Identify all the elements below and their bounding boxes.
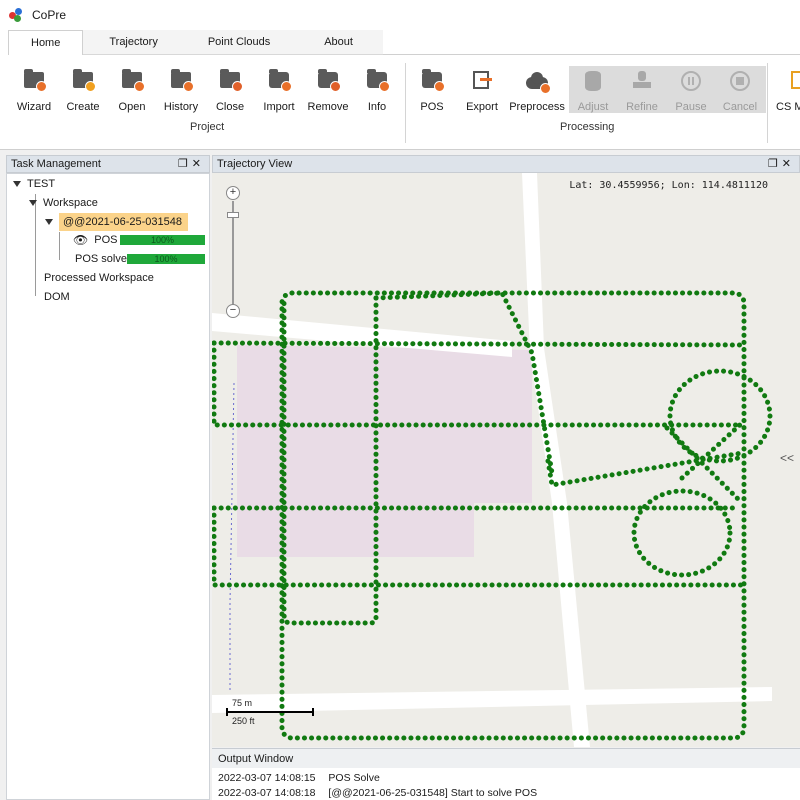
pos-button[interactable]: POS bbox=[407, 65, 457, 115]
output-window-header: Output Window bbox=[212, 748, 800, 768]
close-panel-icon[interactable]: ✕ bbox=[782, 158, 795, 170]
zoom-out-button[interactable]: − bbox=[226, 304, 240, 318]
pause-button[interactable]: Pause bbox=[666, 65, 716, 115]
export-button[interactable]: Export bbox=[457, 65, 507, 115]
open-button[interactable]: Open bbox=[107, 65, 157, 115]
tree-node-workspace[interactable]: Workspace bbox=[29, 194, 98, 212]
trajectory-map[interactable]: Lat: 30.4559956; Lon: 114.4811120 + − <<… bbox=[212, 173, 800, 747]
history-folder-icon bbox=[170, 69, 194, 93]
wizard-button[interactable]: Wizard bbox=[9, 65, 59, 115]
map-scale-bar: 75 m 250 ft bbox=[226, 698, 316, 726]
tab-about[interactable]: About bbox=[294, 30, 383, 55]
tree-node-pos-solve[interactable]: POS solve bbox=[75, 250, 127, 268]
title-bar: CoPre bbox=[0, 0, 800, 30]
float-panel-icon[interactable]: ❐ bbox=[178, 158, 192, 170]
output-log[interactable]: 2022-03-07 14:08:15 POS Solve 2022-03-07… bbox=[212, 768, 800, 800]
tree-node-root[interactable]: TEST bbox=[13, 175, 55, 193]
ribbon-toolbar: Wizard Create Open History Close Import … bbox=[0, 55, 800, 150]
import-button[interactable]: Import bbox=[254, 65, 304, 115]
tree-node-project[interactable]: @@2021-06-25-031548 bbox=[45, 213, 188, 231]
eye-visibility-icon[interactable]: 👁 bbox=[73, 233, 88, 247]
app-title: CoPre bbox=[32, 8, 67, 22]
tab-point-clouds[interactable]: Point Clouds bbox=[183, 30, 295, 55]
remove-button[interactable]: Remove bbox=[303, 65, 353, 115]
footpath bbox=[229, 382, 235, 693]
app-logo-icon bbox=[8, 7, 24, 23]
import-box-icon bbox=[268, 69, 292, 93]
trajectory-view-title: Trajectory View bbox=[217, 158, 293, 170]
log-line: 2022-03-07 14:08:15 POS Solve bbox=[218, 772, 794, 787]
cs-icon bbox=[791, 69, 800, 93]
preprocess-button[interactable]: Preprocess bbox=[509, 65, 565, 115]
pos-box-icon bbox=[421, 69, 445, 93]
info-box-icon bbox=[366, 69, 390, 93]
road-vertical bbox=[522, 173, 590, 747]
history-button[interactable]: History bbox=[156, 65, 206, 115]
coordinate-readout: Lat: 30.4559956; Lon: 114.4811120 bbox=[569, 180, 768, 191]
cancel-icon bbox=[729, 69, 751, 93]
refine-button[interactable]: Refine bbox=[617, 65, 667, 115]
create-button[interactable]: Create bbox=[58, 65, 108, 115]
remove-box-icon bbox=[317, 69, 341, 93]
pause-icon bbox=[680, 69, 702, 93]
refine-stamp-icon bbox=[631, 69, 653, 93]
log-message: [@@2021-06-25-031548] Start to solve POS bbox=[328, 787, 538, 799]
close-folder-icon bbox=[219, 69, 243, 93]
task-management-title: Task Management bbox=[11, 158, 101, 170]
expand-panel-button[interactable]: << bbox=[780, 451, 794, 465]
float-panel-icon[interactable]: ❐ bbox=[768, 158, 782, 170]
close-panel-icon[interactable]: ✕ bbox=[192, 158, 205, 170]
adjust-database-icon bbox=[582, 69, 604, 93]
log-timestamp: 2022-03-07 14:08:15 bbox=[218, 772, 316, 784]
project-group-label: Project bbox=[190, 121, 225, 133]
tree-node-dom[interactable]: DOM bbox=[44, 288, 70, 306]
ribbon-separator bbox=[405, 63, 406, 143]
trajectory-view-header: Trajectory View ❐✕ bbox=[212, 155, 800, 173]
tree-node-processed-workspace[interactable]: Processed Workspace bbox=[44, 269, 154, 287]
export-icon bbox=[471, 69, 493, 93]
processing-group-label: Processing bbox=[560, 121, 615, 133]
log-timestamp: 2022-03-07 14:08:18 bbox=[218, 787, 316, 799]
pos-solve-progress-bar: 100% bbox=[127, 254, 205, 264]
tree-node-pos[interactable]: 👁 POS bbox=[73, 231, 117, 249]
expand-triangle-icon[interactable] bbox=[29, 200, 37, 206]
log-line: 2022-03-07 14:08:18 [@@2021-06-25-031548… bbox=[218, 787, 794, 800]
ribbon-tabs: Home Trajectory Point Clouds About bbox=[0, 30, 800, 55]
pos-progress-bar: 100% bbox=[120, 235, 205, 245]
zoom-slider-handle[interactable] bbox=[227, 212, 239, 218]
cancel-button[interactable]: Cancel bbox=[715, 65, 765, 115]
selected-project-label: @@2021-06-25-031548 bbox=[59, 213, 188, 231]
close-button[interactable]: Close bbox=[205, 65, 255, 115]
map-canvas[interactable] bbox=[212, 173, 800, 747]
info-button[interactable]: Info bbox=[352, 65, 402, 115]
output-window-title: Output Window bbox=[218, 752, 294, 765]
wizard-folder-icon bbox=[23, 69, 47, 93]
ribbon-separator bbox=[767, 63, 768, 143]
cs-button[interactable]: CS M bbox=[769, 65, 800, 115]
tab-trajectory[interactable]: Trajectory bbox=[83, 30, 184, 55]
create-folder-icon bbox=[72, 69, 96, 93]
zoom-in-button[interactable]: + bbox=[226, 186, 240, 200]
log-message: POS Solve bbox=[328, 772, 380, 784]
task-management-header: Task Management ❐✕ bbox=[6, 155, 210, 173]
preprocess-cloud-icon bbox=[526, 69, 551, 94]
expand-triangle-icon[interactable] bbox=[13, 181, 21, 187]
expand-triangle-icon[interactable] bbox=[45, 219, 53, 225]
tab-home[interactable]: Home bbox=[8, 30, 84, 55]
open-folder-icon bbox=[121, 69, 145, 93]
task-tree: TEST Workspace @@2021-06-25-031548 👁 POS… bbox=[6, 173, 210, 800]
adjust-button[interactable]: Adjust bbox=[568, 65, 618, 115]
